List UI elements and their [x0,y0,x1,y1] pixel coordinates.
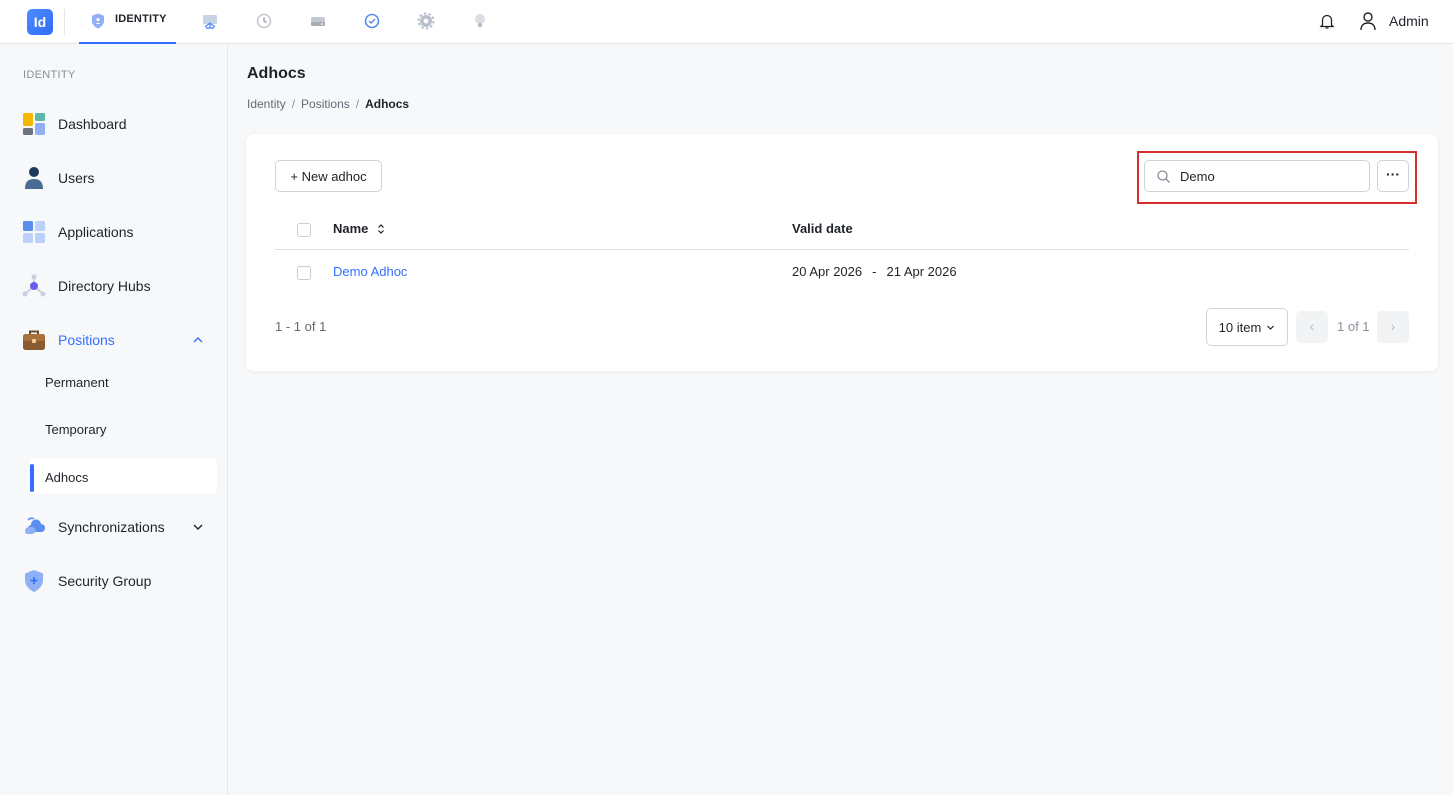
table-header: Name Valid date [275,210,1409,250]
sidebar-item-label: Synchronizations [58,519,165,535]
breadcrumb-separator: / [291,97,296,111]
valid-to: 21 Apr 2026 [886,264,957,279]
chevron-up-icon[interactable] [191,333,205,347]
page-indicator: 1 of 1 [1337,319,1370,334]
breadcrumb-separator: / [355,97,360,111]
page-size-select[interactable]: 10 item [1206,308,1288,346]
hub-icon [22,274,46,297]
table-row: Demo Adhoc 20 Apr 2026-21 Apr 2026 [275,251,1409,293]
sidebar-subitem-label: Temporary [45,422,107,437]
dashboard-icon [23,113,45,135]
user-icon[interactable] [1359,11,1377,31]
sidebar-item-positions[interactable]: Positions [10,320,217,360]
shield-icon [92,13,104,29]
sidebar-item-applications[interactable]: Applications [10,212,217,252]
more-options-button[interactable]: ··· [1377,160,1409,192]
breadcrumb-item[interactable]: Identity [247,97,286,111]
sidebar-item-users[interactable]: Users [10,158,217,198]
monitor-icon[interactable] [201,12,219,30]
date-separator: - [872,264,877,279]
chevron-down-icon [1267,325,1275,330]
drive-icon[interactable] [309,12,327,30]
adhocs-card: + New adhoc ··· Name Valid date Demo Adh… [246,134,1438,371]
next-page-button[interactable]: › [1377,311,1409,343]
history-icon[interactable] [255,12,273,30]
sidebar-subitem-label: Adhocs [45,470,89,485]
breadcrumb: Identity / Positions / Adhocs [247,97,409,111]
sidebar-item-label: Applications [58,224,134,240]
user-name[interactable]: Admin [1389,13,1429,29]
adhoc-name-link[interactable]: Demo Adhoc [333,264,407,279]
shield-icon [25,570,43,592]
column-header-name[interactable]: Name [333,221,368,236]
cloud-sync-icon [24,517,45,534]
new-adhoc-button[interactable]: + New adhoc [275,160,382,192]
valid-date-range: 20 Apr 2026-21 Apr 2026 [792,264,957,279]
result-count: 1 - 1 of 1 [275,319,327,334]
prev-page-button[interactable]: ‹ [1296,311,1328,343]
sidebar-item-dashboard[interactable]: Dashboard [10,104,217,144]
valid-from: 20 Apr 2026 [792,264,863,279]
check-circle-icon[interactable] [363,12,381,30]
row-checkbox[interactable] [297,266,311,280]
search-icon [1157,170,1170,183]
sidebar-item-label: Dashboard [58,116,127,132]
tab-identity[interactable]: IDENTITY [79,0,176,44]
select-all-checkbox[interactable] [297,223,311,237]
app-logo[interactable]: Id [27,9,53,35]
sidebar-item-label: Users [58,170,95,186]
breadcrumb-item[interactable]: Positions [301,97,350,111]
sort-icon[interactable] [376,223,386,235]
applications-icon [23,221,45,243]
sidebar-item-label: Security Group [58,573,152,589]
column-header-valid-date: Valid date [792,221,853,236]
sidebar-item-label: Positions [58,332,115,348]
new-adhoc-button-label: + New adhoc [290,168,367,184]
page-title: Adhocs [247,65,306,82]
sidebar-subitem-temporary[interactable]: Temporary [30,412,217,448]
bell-icon[interactable] [1318,12,1336,30]
search-input[interactable] [1180,166,1360,186]
top-navigation-bar: Id IDENTITY Admin [0,0,1453,44]
page-size-label: 10 item [1218,319,1262,335]
lightbulb-icon[interactable] [471,12,489,30]
settings-icon[interactable] [417,12,435,30]
sidebar-item-security-group[interactable]: Security Group [10,561,217,601]
sidebar-item-directory-hubs[interactable]: Directory Hubs [10,266,217,306]
user-icon [25,167,43,189]
sidebar-subitem-label: Permanent [45,375,109,390]
briefcase-icon [23,330,45,350]
sidebar-item-synchronizations[interactable]: Synchronizations [10,507,217,547]
sidebar-item-label: Directory Hubs [58,278,151,294]
breadcrumb-current: Adhocs [365,97,410,111]
sidebar-section-title: IDENTITY [23,69,76,81]
sidebar-subitem-permanent[interactable]: Permanent [30,365,217,401]
chevron-down-icon[interactable] [191,520,205,534]
search-field[interactable] [1144,160,1370,192]
sidebar: IDENTITY Dashboard Users Applications Di… [0,44,228,795]
divider [64,9,65,35]
sidebar-subitem-adhocs[interactable]: Adhocs [30,458,217,494]
tab-identity-label: IDENTITY [115,13,167,25]
